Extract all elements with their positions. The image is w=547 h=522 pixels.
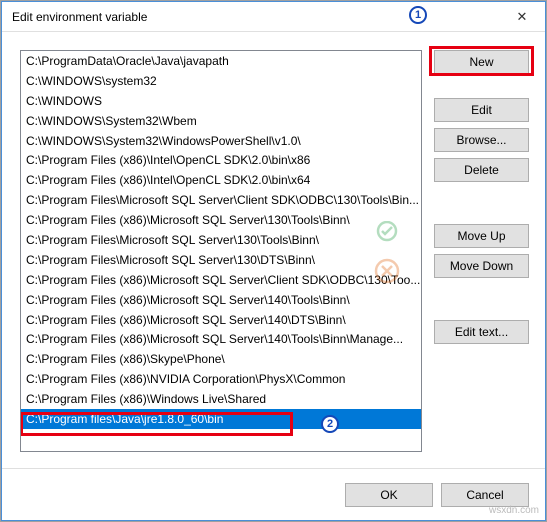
ok-button[interactable]: OK <box>345 483 433 507</box>
list-item[interactable]: C:\Program Files (x86)\Microsoft SQL Ser… <box>21 329 421 349</box>
list-item[interactable]: C:\WINDOWS\system32 <box>21 71 421 91</box>
move-down-button[interactable]: Move Down <box>434 254 529 278</box>
browse-button[interactable]: Browse... <box>434 128 529 152</box>
list-item[interactable]: C:\Program Files\Microsoft SQL Server\13… <box>21 250 421 270</box>
list-item[interactable]: C:\ProgramData\Oracle\Java\javapath <box>21 51 421 71</box>
list-item[interactable]: C:\Program files\Java\jre1.8.0_60\bin <box>21 409 421 429</box>
list-item[interactable]: C:\Program Files (x86)\Microsoft SQL Ser… <box>21 290 421 310</box>
list-item[interactable]: C:\Program Files (x86)\Skype\Phone\ <box>21 349 421 369</box>
list-item[interactable]: C:\Program Files\Microsoft SQL Server\Cl… <box>21 190 421 210</box>
list-item[interactable]: C:\Program Files (x86)\Intel\OpenCL SDK\… <box>21 170 421 190</box>
dialog-title: Edit environment variable <box>12 10 147 24</box>
list-item[interactable]: C:\Program Files\Microsoft SQL Server\13… <box>21 230 421 250</box>
list-item[interactable]: C:\WINDOWS\System32\WindowsPowerShell\v1… <box>21 131 421 151</box>
edit-text-button[interactable]: Edit text... <box>434 320 529 344</box>
content-area: C:\ProgramData\Oracle\Java\javapath C:\W… <box>2 32 545 468</box>
list-item[interactable]: C:\Program Files (x86)\NVIDIA Corporatio… <box>21 369 421 389</box>
list-item[interactable]: C:\Program Files (x86)\Intel\OpenCL SDK\… <box>21 150 421 170</box>
list-item[interactable]: C:\Program Files (x86)\Windows Live\Shar… <box>21 389 421 409</box>
close-button[interactable]: ✕ <box>499 2 545 32</box>
list-item[interactable]: C:\WINDOWS <box>21 91 421 111</box>
close-icon: ✕ <box>517 9 528 25</box>
list-item[interactable]: C:\WINDOWS\System32\Wbem <box>21 111 421 131</box>
list-item[interactable]: C:\Program Files (x86)\Microsoft SQL Ser… <box>21 210 421 230</box>
edit-button[interactable]: Edit <box>434 98 529 122</box>
delete-button[interactable]: Delete <box>434 158 529 182</box>
spacer <box>434 188 529 218</box>
list-item[interactable]: C:\Program Files (x86)\Microsoft SQL Ser… <box>21 270 421 290</box>
env-var-dialog: Edit environment variable ✕ C:\ProgramDa… <box>1 1 546 521</box>
spacer <box>434 80 529 92</box>
list-item[interactable]: C:\Program Files (x86)\Microsoft SQL Ser… <box>21 310 421 330</box>
button-sidebar: New Edit Browse... Delete Move Up Move D… <box>434 50 529 452</box>
new-button[interactable]: New <box>434 50 529 74</box>
dialog-footer: OK Cancel <box>2 468 545 520</box>
path-listbox[interactable]: C:\ProgramData\Oracle\Java\javapath C:\W… <box>20 50 422 452</box>
titlebar: Edit environment variable ✕ <box>2 2 545 32</box>
spacer <box>434 284 529 314</box>
cancel-button[interactable]: Cancel <box>441 483 529 507</box>
move-up-button[interactable]: Move Up <box>434 224 529 248</box>
